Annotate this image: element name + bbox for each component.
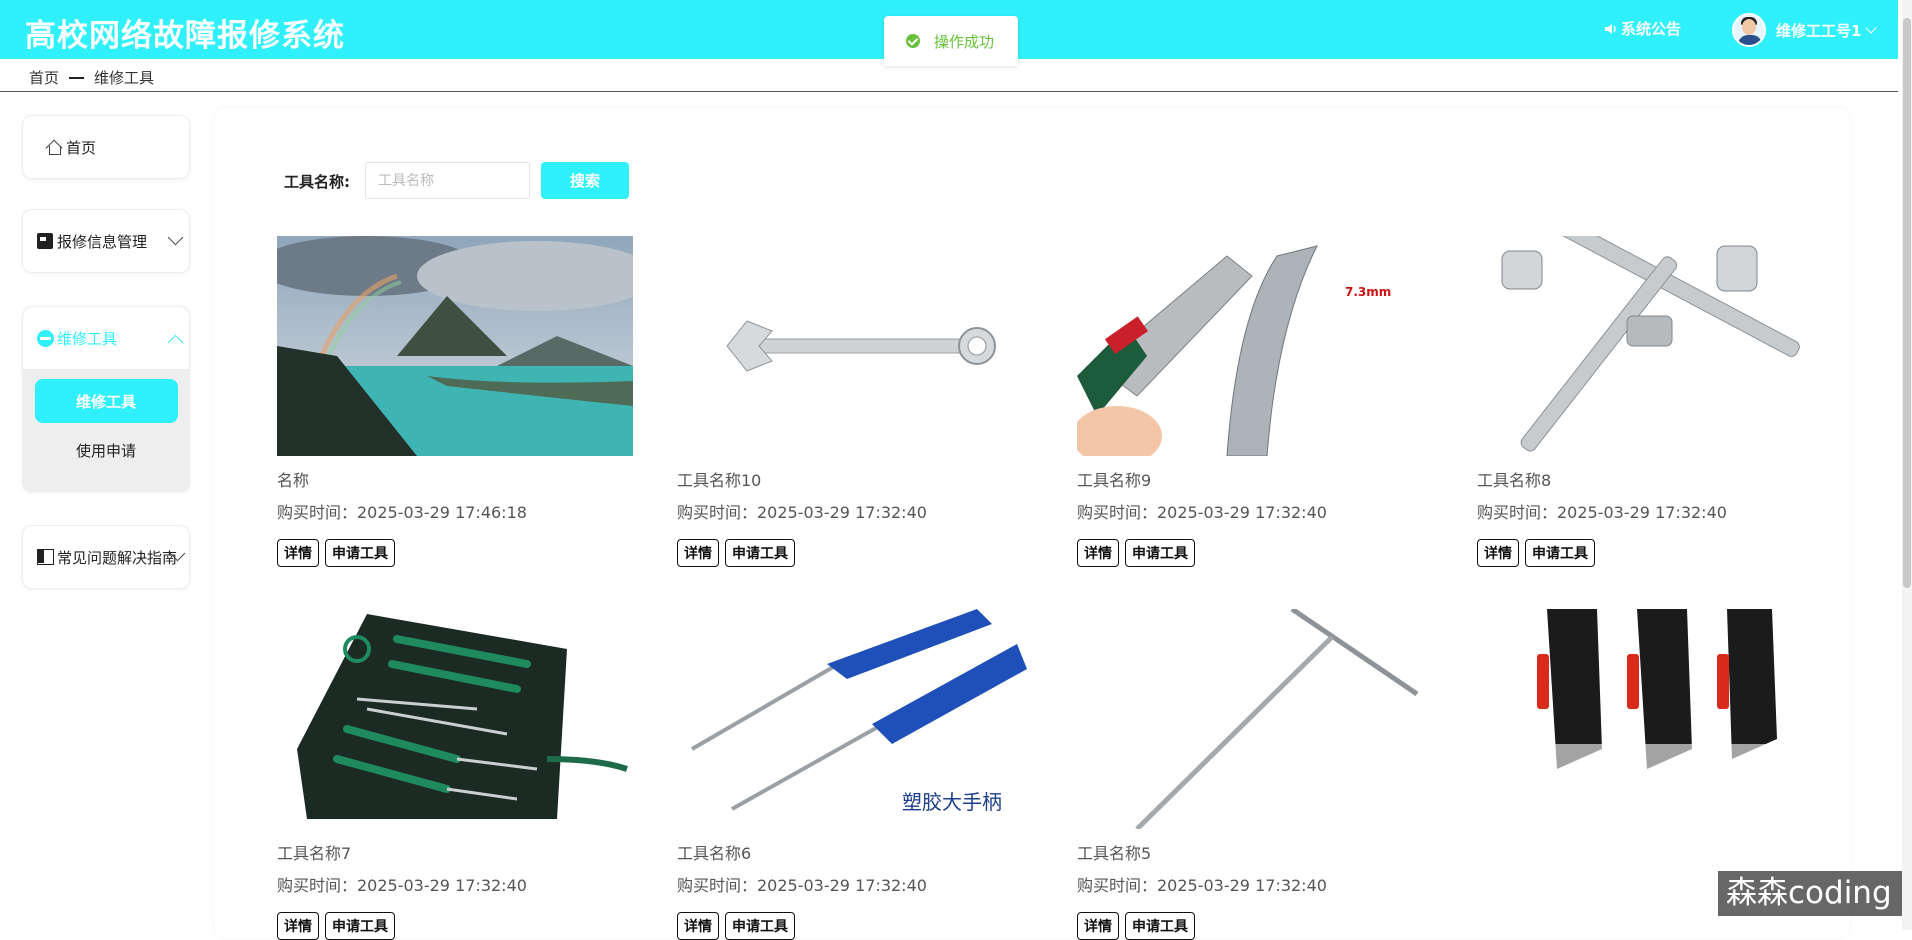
apply-tool-button[interactable]: 申请工具 xyxy=(325,539,395,567)
tool-image-wrench[interactable] xyxy=(677,236,1033,456)
plastic-handle-text: 塑胶大手柄 xyxy=(902,790,1002,814)
app-title: 高校网络故障报修系统 xyxy=(25,18,345,54)
tool-card: 7.3mm 工具名称9 购买时间：2025-03-29 17:32:40 详情 … xyxy=(1077,236,1433,567)
tool-name: 工具名称9 xyxy=(1077,471,1152,490)
success-toast: 操作成功 xyxy=(884,16,1018,66)
detail-button[interactable]: 详情 xyxy=(277,539,319,567)
tool-image-cross-wrench[interactable] xyxy=(1477,236,1833,456)
tool-image-crimpers[interactable] xyxy=(1477,609,1833,829)
breadcrumb-current: 维修工具 xyxy=(94,69,155,87)
tool-image-toolkit[interactable] xyxy=(277,609,633,829)
sidebar-item-repair-info[interactable]: 报修信息管理 xyxy=(22,209,190,273)
user-name: 维修工工号1 xyxy=(1776,21,1862,40)
tool-name: 工具名称8 xyxy=(1477,471,1552,490)
user-menu[interactable]: 维修工工号1 xyxy=(1732,13,1878,47)
tool-image-landscape[interactable] xyxy=(277,236,633,456)
tool-card: 工具名称5 购买时间：2025-03-29 17:32:40 详情 申请工具 xyxy=(1077,609,1433,940)
tool-card: 工具名称10 购买时间：2025-03-29 17:32:40 详情 申请工具 xyxy=(677,236,1033,567)
purchase-time: 购买时间：2025-03-29 17:32:40 xyxy=(677,876,927,895)
purchase-time: 购买时间：2025-03-29 17:32:40 xyxy=(677,503,927,522)
detail-button[interactable]: 详情 xyxy=(1077,912,1119,940)
watermark: 森森coding xyxy=(1718,871,1902,916)
tool-icon xyxy=(37,329,54,347)
book-icon xyxy=(37,549,54,565)
sidebar-group-tools: 维修工具 维修工具 使用申请 xyxy=(22,306,190,492)
tool-card xyxy=(1477,609,1833,829)
header-divider xyxy=(0,91,1898,92)
speaker-icon xyxy=(1605,23,1616,34)
chevron-up-icon xyxy=(167,334,184,351)
sidebar-subitem-apply[interactable]: 使用申请 xyxy=(23,423,189,478)
tool-image-screwdrivers[interactable]: 塑胶大手柄 xyxy=(677,609,1033,829)
apply-tool-button[interactable]: 申请工具 xyxy=(1125,912,1195,940)
sidebar-item-tools[interactable]: 维修工具 xyxy=(23,307,189,369)
system-notice-label: 系统公告 xyxy=(1621,20,1682,38)
sidebar-item-home[interactable]: 首页 xyxy=(22,115,190,179)
apply-tool-button[interactable]: 申请工具 xyxy=(1125,539,1195,567)
purchase-time: 购买时间：2025-03-29 17:32:40 xyxy=(1477,503,1727,522)
sidebar-subitem-tools[interactable]: 维修工具 xyxy=(34,379,178,423)
breadcrumb-separator xyxy=(69,76,85,79)
apply-tool-button[interactable]: 申请工具 xyxy=(1525,539,1595,567)
sidebar-item-label: 维修工具 xyxy=(57,329,118,348)
detail-button[interactable]: 详情 xyxy=(277,912,319,940)
tool-name: 工具名称6 xyxy=(677,844,752,863)
tool-card: 名称 购买时间：2025-03-29 17:46:18 详情 申请工具 xyxy=(277,236,633,567)
tool-image-t-handle[interactable] xyxy=(1077,609,1433,829)
avatar xyxy=(1732,13,1766,47)
tool-name: 名称 xyxy=(277,471,310,490)
measure-text: 7.3mm xyxy=(1345,285,1391,299)
tool-card: 工具名称7 购买时间：2025-03-29 17:32:40 详情 申请工具 xyxy=(277,609,633,940)
tool-image-pliers[interactable]: 7.3mm xyxy=(1077,236,1433,456)
apply-tool-button[interactable]: 申请工具 xyxy=(725,539,795,567)
scrollbar-thumb[interactable] xyxy=(1903,18,1911,588)
breadcrumb: 首页 维修工具 xyxy=(29,67,154,88)
system-notice-link[interactable]: 系统公告 xyxy=(1604,18,1681,39)
apply-tool-button[interactable]: 申请工具 xyxy=(725,912,795,940)
chevron-down-icon xyxy=(167,229,184,246)
sidebar-item-faq[interactable]: 常见问题解决指南 xyxy=(22,525,190,589)
detail-button[interactable]: 详情 xyxy=(1477,539,1519,567)
tool-card: 工具名称8 购买时间：2025-03-29 17:32:40 详情 申请工具 xyxy=(1477,236,1833,567)
report-icon xyxy=(37,233,53,249)
sidebar-item-label: 首页 xyxy=(66,138,97,157)
purchase-time: 购买时间：2025-03-29 17:32:40 xyxy=(1077,876,1327,895)
detail-button[interactable]: 详情 xyxy=(677,539,719,567)
sidebar-item-label: 常见问题解决指南 xyxy=(57,548,178,567)
purchase-time: 购买时间：2025-03-29 17:32:40 xyxy=(277,876,527,895)
home-icon xyxy=(46,139,62,155)
tool-name-search-input[interactable] xyxy=(365,162,530,199)
purchase-time: 购买时间：2025-03-29 17:32:40 xyxy=(1077,503,1327,522)
detail-button[interactable]: 详情 xyxy=(1077,539,1119,567)
tool-name: 工具名称10 xyxy=(677,471,762,490)
search-label: 工具名称: xyxy=(284,173,350,191)
tool-name: 工具名称7 xyxy=(277,844,352,863)
chevron-down-icon xyxy=(1865,21,1878,34)
tool-card: 塑胶大手柄 工具名称6 购买时间：2025-03-29 17:32:40 详情 … xyxy=(677,609,1033,940)
check-circle-icon xyxy=(906,34,920,48)
purchase-time: 购买时间：2025-03-29 17:46:18 xyxy=(277,503,527,522)
breadcrumb-home[interactable]: 首页 xyxy=(29,67,59,88)
detail-button[interactable]: 详情 xyxy=(677,912,719,940)
toast-message: 操作成功 xyxy=(934,32,995,51)
tool-name: 工具名称5 xyxy=(1077,844,1152,863)
sidebar-item-label: 报修信息管理 xyxy=(57,232,148,251)
apply-tool-button[interactable]: 申请工具 xyxy=(325,912,395,940)
search-button[interactable]: 搜索 xyxy=(541,162,629,199)
